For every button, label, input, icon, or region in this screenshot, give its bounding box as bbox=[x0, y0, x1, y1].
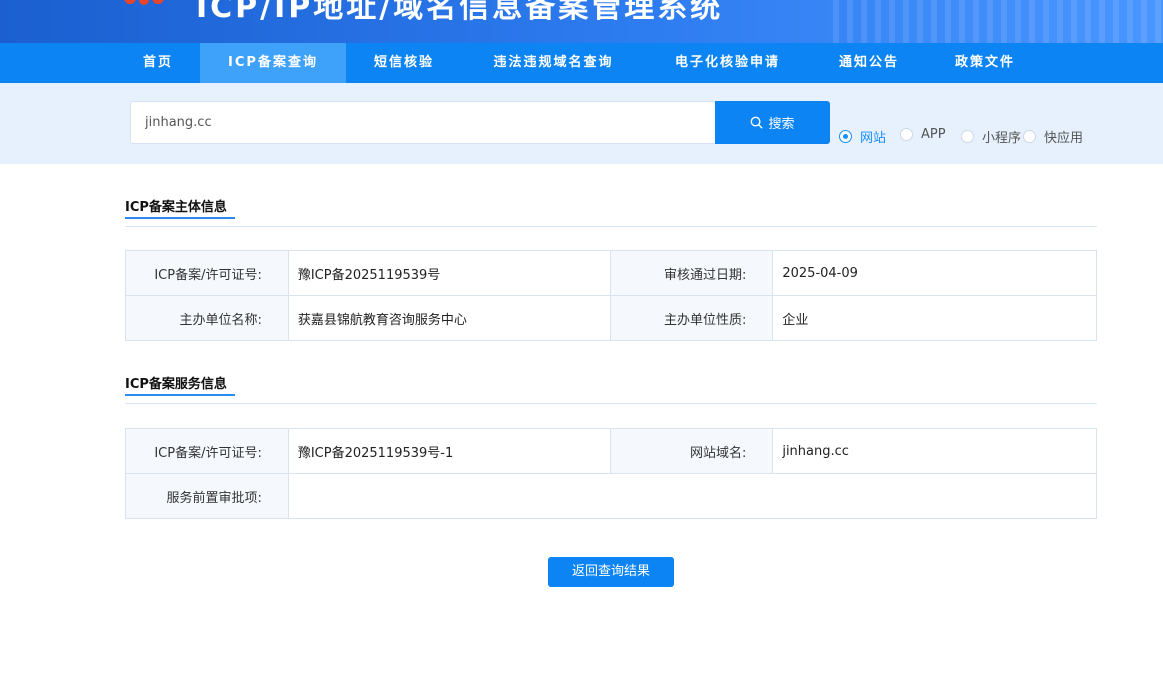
nav-item-e-verify[interactable]: 电子化核验申请 bbox=[645, 43, 810, 83]
nav-item-illegal-domain[interactable]: 违法违规域名查询 bbox=[462, 43, 645, 83]
approval-date-label: 审核通过日期: bbox=[609, 250, 774, 296]
nav-item-notices[interactable]: 通知公告 bbox=[810, 43, 928, 83]
website-domain-value: jinhang.cc bbox=[772, 428, 1097, 474]
radio-dot-icon bbox=[1023, 130, 1036, 143]
nav-item-home[interactable]: 首页 bbox=[116, 43, 200, 83]
section-title-service: ICP备案服务信息 bbox=[125, 373, 235, 396]
radio-app[interactable]: APP bbox=[900, 127, 946, 142]
header-banner: ICP/IP地址/域名信息备案管理系统 bbox=[0, 0, 1163, 43]
section-title-subject-text: ICP备案主体信息 bbox=[125, 200, 227, 215]
service-info-table: ICP备案/许可证号: 豫ICP备2025119539号-1 网站域名: jin… bbox=[125, 428, 1098, 519]
section-divider bbox=[125, 226, 1097, 227]
search-button[interactable]: 搜索 bbox=[715, 101, 830, 144]
table-row: ICP备案/许可证号: 豫ICP备2025119539号 审核通过日期: 202… bbox=[125, 250, 1097, 296]
organizer-type-value: 企业 bbox=[772, 295, 1097, 341]
subject-info-table: ICP备案/许可证号: 豫ICP备2025119539号 审核通过日期: 202… bbox=[125, 250, 1097, 341]
pre-approval-value bbox=[287, 473, 1098, 519]
section-title-subject: ICP备案主体信息 bbox=[125, 196, 235, 219]
section-divider bbox=[125, 403, 1097, 404]
organizer-type-label: 主办单位性质: bbox=[609, 295, 774, 341]
search-band: 搜索 网站 APP 小程序 快应用 bbox=[0, 83, 1163, 164]
radio-app-label: APP bbox=[921, 127, 946, 142]
approval-date-value: 2025-04-09 bbox=[772, 250, 1097, 296]
radio-mini-program[interactable]: 小程序 bbox=[961, 127, 1021, 146]
radio-dot-icon bbox=[839, 130, 852, 143]
radio-website[interactable]: 网站 bbox=[839, 127, 886, 146]
radio-dot-icon bbox=[961, 130, 974, 143]
organizer-name-label: 主办单位名称: bbox=[125, 295, 289, 341]
search-button-label: 搜索 bbox=[768, 117, 795, 132]
radio-dot-icon bbox=[900, 128, 913, 141]
back-to-results-button[interactable]: 返回查询结果 bbox=[548, 557, 674, 587]
nav-item-sms-verify[interactable]: 短信核验 bbox=[346, 43, 462, 83]
service-license-label: ICP备案/许可证号: bbox=[125, 428, 289, 474]
license-number-value: 豫ICP备2025119539号 bbox=[287, 250, 611, 296]
table-row: 服务前置审批项: bbox=[125, 473, 1098, 519]
license-number-label: ICP备案/许可证号: bbox=[125, 250, 289, 296]
search-icon bbox=[751, 116, 763, 129]
pre-approval-label: 服务前置审批项: bbox=[125, 473, 289, 519]
section-title-underline bbox=[125, 217, 235, 219]
search-input[interactable] bbox=[130, 101, 716, 144]
radio-mini-program-label: 小程序 bbox=[982, 131, 1022, 146]
emblem-logo-icon bbox=[124, 0, 164, 5]
organizer-name-value: 获嘉县锦航教育咨询服务中心 bbox=[287, 295, 611, 341]
service-license-value: 豫ICP备2025119539号-1 bbox=[287, 428, 611, 474]
nav-item-policies[interactable]: 政策文件 bbox=[928, 43, 1042, 83]
banner-decoration bbox=[833, 0, 1163, 43]
nav-item-icp-query[interactable]: ICP备案查询 bbox=[200, 43, 346, 83]
website-domain-label: 网站域名: bbox=[609, 428, 774, 474]
radio-quick-app-label: 快应用 bbox=[1044, 131, 1084, 146]
section-title-underline bbox=[125, 394, 235, 396]
table-row: 主办单位名称: 获嘉县锦航教育咨询服务中心 主办单位性质: 企业 bbox=[125, 295, 1097, 341]
radio-quick-app[interactable]: 快应用 bbox=[1023, 127, 1083, 146]
table-row: ICP备案/许可证号: 豫ICP备2025119539号-1 网站域名: jin… bbox=[125, 428, 1097, 474]
main-nav: 首页 ICP备案查询 短信核验 违法违规域名查询 电子化核验申请 通知公告 政策… bbox=[0, 43, 1163, 83]
radio-website-label: 网站 bbox=[860, 131, 887, 146]
section-title-service-text: ICP备案服务信息 bbox=[125, 377, 227, 392]
system-title: ICP/IP地址/域名信息备案管理系统 bbox=[196, 0, 724, 25]
